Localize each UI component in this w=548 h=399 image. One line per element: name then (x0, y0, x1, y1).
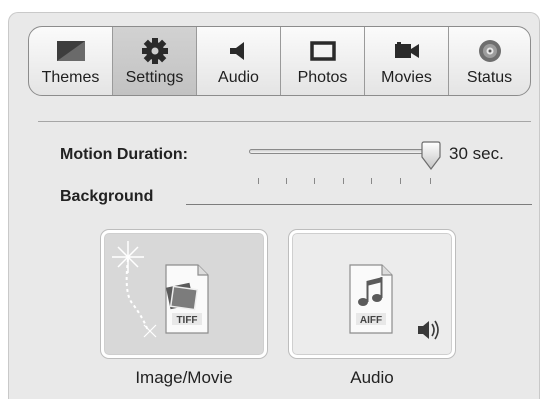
slider-tick (343, 178, 344, 184)
background-divider (186, 204, 532, 205)
motion-duration-slider[interactable] (249, 149, 433, 154)
tab-label: Movies (381, 69, 432, 86)
aiff-badge: AIFF (360, 315, 382, 326)
audio-file-icon: AIFF (349, 264, 439, 340)
image-movie-caption: Image/Movie (135, 368, 233, 387)
tab-audio[interactable]: Audio (197, 27, 281, 95)
gear-icon (141, 37, 169, 65)
tab-label: Photos (297, 69, 348, 86)
tab-label: Audio (218, 69, 259, 86)
movie-camera-icon (393, 37, 421, 65)
tab-label: Status (466, 69, 513, 86)
audio-well[interactable]: AIFF (289, 230, 455, 358)
motion-duration-label: Motion Duration: (60, 146, 188, 163)
disc-icon (477, 37, 503, 65)
tab-photos[interactable]: Photos (281, 27, 365, 95)
tab-label: Settings (125, 69, 184, 86)
slider-tick (286, 178, 287, 184)
slider-tick (400, 178, 401, 184)
tab-themes[interactable]: Themes (29, 27, 113, 95)
divider (38, 121, 531, 122)
slider-tick (371, 178, 372, 184)
speaker-icon (227, 37, 251, 65)
slider-tick (314, 178, 315, 184)
background-label: Background (60, 188, 154, 205)
image-file-icon: TIFF (112, 241, 209, 338)
tab-movies[interactable]: Movies (365, 27, 449, 95)
image-movie-well[interactable]: TIFF (101, 230, 267, 358)
tiff-badge: TIFF (176, 315, 197, 326)
themes-icon (56, 37, 86, 65)
slider-tick (258, 178, 259, 184)
toolbar: Themes Settings Audio Photos Movies Stat… (28, 26, 531, 96)
slider-thumb[interactable] (419, 141, 443, 171)
tab-label: Themes (41, 69, 100, 86)
motion-duration-value: 30 sec. (449, 144, 504, 163)
tab-settings[interactable]: Settings (113, 27, 197, 95)
audio-caption: Audio (350, 368, 394, 387)
slider-tick (430, 178, 431, 184)
tab-status[interactable]: Status (449, 27, 530, 95)
photo-frame-icon (309, 37, 336, 65)
volume-icon (418, 320, 439, 340)
